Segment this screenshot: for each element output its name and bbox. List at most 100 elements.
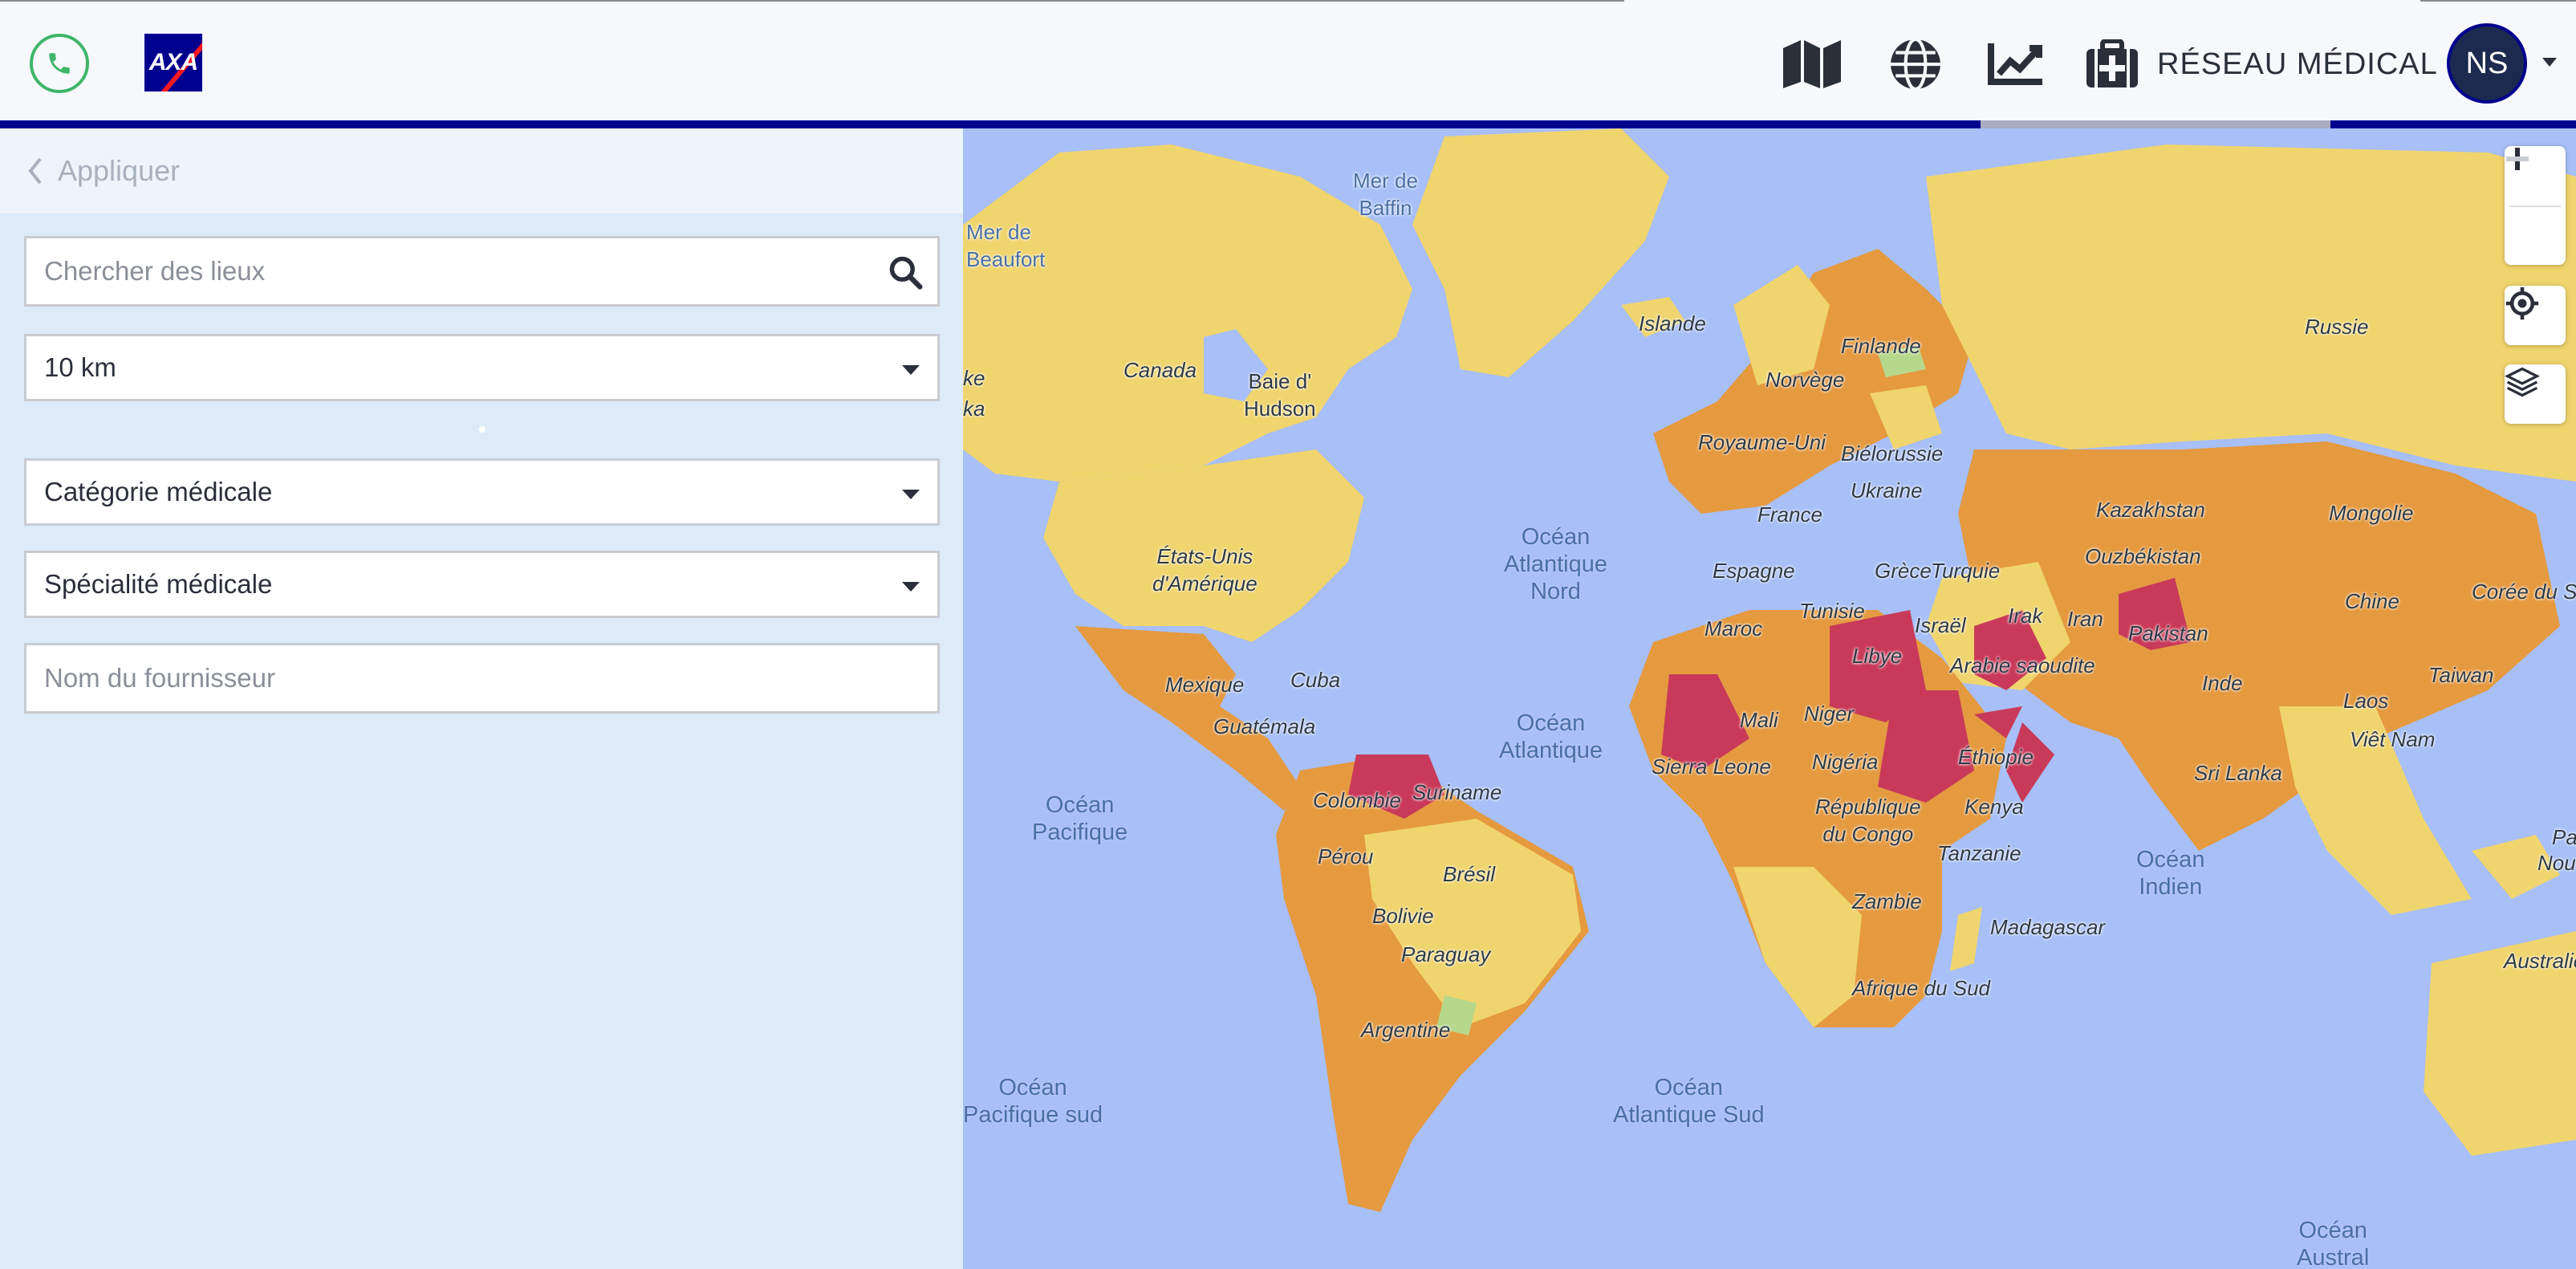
map-label: Madagascar xyxy=(1990,915,2106,939)
globe-icon xyxy=(1891,38,1940,91)
map-label: Finlande xyxy=(1841,334,1921,358)
map-label: Canada xyxy=(1123,358,1197,382)
phone-button[interactable] xyxy=(30,34,89,93)
filter-sidebar: Appliquer Chercher des lieux 10 km Catég… xyxy=(0,128,963,1269)
map-label: Maroc xyxy=(1704,616,1763,641)
provider-name-input[interactable]: Nom du fournisseur xyxy=(24,643,940,714)
locate-button[interactable] xyxy=(2505,286,2566,345)
logo-text: AXA xyxy=(148,49,198,75)
phone-icon xyxy=(49,53,70,74)
map-label: Sierra Leone xyxy=(1652,754,1771,779)
search-places-input[interactable]: Chercher des lieux xyxy=(24,236,940,307)
apply-button[interactable]: Appliquer xyxy=(0,128,963,214)
map-label: Ouzbékistan xyxy=(2085,544,2201,568)
map-label: Turquie xyxy=(1931,559,2001,583)
user-avatar[interactable]: NS xyxy=(2447,23,2527,104)
map-label: Mongolie xyxy=(2329,501,2414,525)
header-accent-segment xyxy=(1981,120,2330,128)
medical-specialty-select[interactable]: Spécialité médicale xyxy=(24,551,940,618)
map-label: Mexique xyxy=(1165,673,1245,697)
category-value: Catégorie médicale xyxy=(44,477,273,506)
map-label: Laos xyxy=(2343,689,2389,713)
chevron-down-icon[interactable] xyxy=(2542,58,2557,67)
ocean-label: Océan Pacifique xyxy=(1032,792,1128,845)
map-label: Ukraine xyxy=(1851,478,1923,502)
map-label: États-Unis d'Amérique xyxy=(1152,544,1258,596)
map-label: Norvège xyxy=(1765,368,1845,392)
medical-category-select[interactable]: Catégorie médicale xyxy=(24,458,940,526)
radius-value: 10 km xyxy=(44,352,116,382)
map-label: ke xyxy=(963,366,985,390)
specialty-value: Spécialité médicale xyxy=(44,569,273,599)
map-label: Russie xyxy=(2305,315,2369,339)
chevron-down-icon xyxy=(902,490,920,499)
map-label: Suriname xyxy=(1412,780,1502,804)
map-label: Pérou xyxy=(1318,844,1374,868)
map-label: Tanzanie xyxy=(1937,841,2021,865)
map-label: Baie d' Hudson xyxy=(1244,369,1316,421)
map-label: Argentine xyxy=(1361,1018,1451,1042)
map-label: Viêt Nam xyxy=(2350,727,2436,751)
map-label: Arabie saoudite xyxy=(1950,653,2095,677)
crosshair-icon xyxy=(2505,287,2539,320)
map-label: France xyxy=(1757,502,1822,527)
map-label: Paraguay xyxy=(1401,942,1491,966)
ocean-label: Océan Pacifique sud xyxy=(963,1075,1103,1128)
search-placeholder: Chercher des lieux xyxy=(44,256,266,286)
map-label: Irak xyxy=(2008,604,2043,628)
ocean-label: Océan Atlantique Nord xyxy=(1504,524,1607,604)
map-label: Sri Lanka xyxy=(2194,761,2282,785)
risk-map[interactable]: Mer de Beaufort Mer de Baffin Canada Bai… xyxy=(963,128,2576,1269)
ocean-label: Océan Atlantique xyxy=(1499,710,1603,763)
search-icon[interactable] xyxy=(888,254,923,290)
map-label: Inde xyxy=(2202,671,2243,695)
minus-icon xyxy=(2506,157,2529,161)
map-land xyxy=(963,128,2576,1212)
loading-dot xyxy=(479,426,486,433)
map-label: Iran xyxy=(2067,607,2103,631)
chevron-down-icon xyxy=(902,365,920,375)
map-label: Pakistan xyxy=(2128,621,2208,645)
map-label: Afrique du Sud xyxy=(1852,976,1991,1000)
ocean-label: Océan Atlantique Sud xyxy=(1613,1075,1765,1128)
chevron-left-icon xyxy=(28,157,42,185)
app-header: AXA RÉSEAU MÉDICAL NS xyxy=(0,0,2576,122)
medical-network-label: RÉSEAU MÉDICAL xyxy=(2157,47,2438,81)
globe-button[interactable] xyxy=(1883,32,1948,96)
map-label: ka xyxy=(963,397,985,421)
map-label: Libye xyxy=(1852,644,1903,668)
map-button[interactable] xyxy=(1780,32,1844,96)
layers-icon xyxy=(2505,367,2540,397)
radius-select[interactable]: 10 km xyxy=(24,334,940,401)
map-label: Grèce xyxy=(1875,559,1932,583)
map-label: Pap xyxy=(2552,825,2576,849)
axa-logo[interactable]: AXA xyxy=(144,34,202,92)
header-top-gap xyxy=(1624,0,2420,3)
map-label: Brésil xyxy=(1443,862,1496,886)
map-label: Nigéria xyxy=(1812,750,1879,774)
ocean-label: Océan Indien xyxy=(2136,847,2205,900)
map-label: Bolivie xyxy=(1372,904,1434,928)
map-label: Cuba xyxy=(1290,668,1341,692)
ocean-label: Océan Austral xyxy=(2297,1218,2370,1269)
map-label: Kenya xyxy=(1965,795,2024,819)
map-icon xyxy=(1783,40,1841,88)
map-label: République du Congo xyxy=(1815,795,1921,846)
map-label: Espagne xyxy=(1713,559,1795,583)
chart-line-icon xyxy=(1988,43,2042,85)
map-label: Mali xyxy=(1740,708,1778,732)
map-label: Islande xyxy=(1639,311,1706,336)
map-label: Colombie xyxy=(1313,788,1401,812)
zoom-controls xyxy=(2505,146,2566,265)
zoom-out-button[interactable] xyxy=(2505,157,2566,266)
map-label: Kazakhstan xyxy=(2096,498,2205,522)
avatar-initials: NS xyxy=(2465,46,2509,80)
layers-button[interactable] xyxy=(2505,364,2566,424)
map-label: Éthiopie xyxy=(1958,745,2034,769)
map-label: Corée du Sud xyxy=(2472,580,2576,604)
map-label: Israël xyxy=(1915,613,1966,637)
map-label: Chine xyxy=(2345,589,2399,613)
medical-network-button[interactable]: RÉSEAU MÉDICAL xyxy=(2085,32,2438,96)
map-label: Zambie xyxy=(1852,889,1922,913)
statistics-button[interactable] xyxy=(1984,32,2048,96)
